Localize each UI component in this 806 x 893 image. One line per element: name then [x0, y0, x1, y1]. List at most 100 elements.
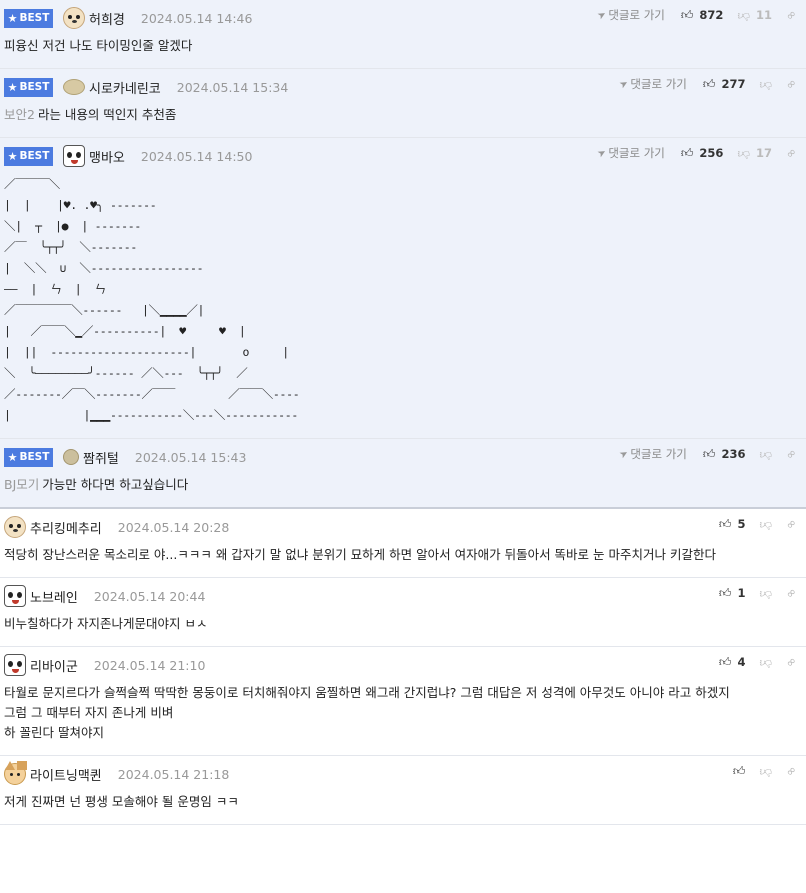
- downvote-button[interactable]: 👍︎: [759, 655, 772, 670]
- mention-prefix[interactable]: BJ모기: [4, 477, 39, 492]
- send-arrow-icon: ➤: [595, 146, 609, 160]
- timestamp: 2024.05.14 20:44: [93, 588, 206, 604]
- send-arrow-icon: ➤: [617, 77, 631, 91]
- nickname[interactable]: 시로카네린코: [89, 78, 161, 97]
- comment-body: 보안2 라는 내용의 떡인지 추천좀: [4, 107, 177, 122]
- ascii-art: ／￣￣￣＼ | | |♥. .♥╮ ------- ＼| ┬ |● | ----…: [4, 177, 300, 422]
- thumbs-up-icon: 👍︎: [680, 7, 694, 22]
- comment-header: 추리킹메추리 2024.05.14 20:28: [4, 509, 802, 545]
- thumbs-down-icon: 👍︎: [759, 586, 772, 601]
- comment-body: 저게 진짜면 넌 평생 모솔해야 될 운명임 ㅋㅋ: [4, 794, 239, 809]
- best-badge: ★ BEST: [4, 146, 53, 166]
- avatar[interactable]: [63, 449, 79, 465]
- thumbs-down-icon: 👍︎: [737, 146, 750, 161]
- timestamp: 2024.05.14 14:46: [140, 10, 253, 26]
- comment-list: ★ BEST 허희경 2024.05.14 14:46 ➤ 댓글로 가기 👍︎ 872…: [0, 0, 806, 825]
- comment-body: 피융신 저건 나도 타이밍인줄 알겠다: [4, 38, 193, 53]
- comment-line: 하 꼴린다 딸쳐야지: [4, 725, 104, 740]
- thumbs-up-icon: 👍︎: [718, 654, 732, 669]
- comment: 추리킹메추리 2024.05.14 20:28 👍︎ 5 👍︎ ∞ 적당히 장난스…: [0, 509, 806, 578]
- upvote-button[interactable]: 👍︎ 1: [719, 586, 746, 601]
- comment-actions: ➤ 댓글로 가기 👍︎ 256 👍︎ 17 ∞: [595, 143, 800, 163]
- star-icon: ★: [7, 80, 18, 94]
- best-badge: ★ BEST: [4, 77, 53, 97]
- best-comment: ★ BEST 허희경 2024.05.14 14:46 ➤ 댓글로 가기 👍︎ 872…: [0, 0, 806, 69]
- downvote-button[interactable]: 👍︎ 11: [737, 8, 772, 23]
- star-icon: ★: [7, 149, 18, 163]
- upvote-button[interactable]: 👍︎ 277: [703, 77, 746, 92]
- best-badge: ★ BEST: [4, 447, 53, 467]
- downvote-button[interactable]: 👍︎: [759, 517, 772, 532]
- best-comment: ★ BEST 짬쥐털 2024.05.14 15:43 ➤ 댓글로 가기 👍︎ 236…: [0, 439, 806, 509]
- comment-actions: 👍︎ 5 👍︎ ∞: [719, 514, 800, 534]
- best-comment: ★ BEST 맹바오 2024.05.14 14:50 ➤ 댓글로 가기 👍︎ 256…: [0, 138, 806, 439]
- downvote-button[interactable]: 👍︎: [759, 77, 772, 92]
- upvote-count: 872: [699, 8, 724, 22]
- timestamp: 2024.05.14 15:43: [134, 449, 247, 465]
- nickname[interactable]: 허희경: [89, 9, 125, 28]
- star-icon: ★: [7, 11, 18, 25]
- thumbs-down-icon: 👍︎: [759, 517, 772, 532]
- thumbs-up-icon: 👍︎: [732, 763, 746, 778]
- upvote-button[interactable]: 👍︎ 236: [703, 447, 746, 462]
- upvote-button[interactable]: 👍︎ 4: [719, 655, 746, 670]
- avatar[interactable]: [4, 585, 26, 607]
- best-badge: ★ BEST: [4, 8, 53, 28]
- thumbs-down-icon: 👍︎: [737, 8, 750, 23]
- thumbs-up-icon: 👍︎: [702, 446, 716, 461]
- avatar[interactable]: [4, 761, 26, 785]
- nickname[interactable]: 리바이군: [30, 656, 78, 675]
- thumbs-up-icon: 👍︎: [680, 145, 694, 160]
- timestamp: 2024.05.14 20:28: [117, 519, 230, 535]
- avatar[interactable]: [4, 516, 26, 538]
- nickname[interactable]: 노브레인: [30, 587, 78, 606]
- comment-line: 그럼 그 때부터 자지 존나게 비벼: [4, 705, 174, 720]
- downvote-button[interactable]: 👍︎ 17: [737, 146, 772, 161]
- upvote-count: 1: [737, 586, 746, 600]
- send-arrow-icon: ➤: [617, 447, 631, 461]
- comment-header: 노브레인 2024.05.14 20:44: [4, 578, 802, 614]
- downvote-button[interactable]: 👍︎: [759, 764, 772, 779]
- send-arrow-icon: ➤: [595, 8, 609, 22]
- comment-header: 리바이군 2024.05.14 21:10: [4, 647, 802, 683]
- comment: 리바이군 2024.05.14 21:10 👍︎ 4 👍︎ ∞ 타월로 문지르다가…: [0, 647, 806, 756]
- upvote-button[interactable]: 👍︎: [733, 764, 746, 779]
- timestamp: 2024.05.14 21:18: [117, 766, 230, 782]
- avatar[interactable]: [63, 7, 85, 29]
- avatar[interactable]: [63, 79, 85, 95]
- mention-prefix[interactable]: 보안2: [4, 107, 35, 122]
- upvote-button[interactable]: 👍︎ 5: [719, 517, 746, 532]
- downvote-count: 11: [755, 8, 772, 22]
- avatar[interactable]: [4, 654, 26, 676]
- downvote-button[interactable]: 👍︎: [759, 586, 772, 601]
- upvote-button[interactable]: 👍︎ 256: [681, 146, 724, 161]
- thumbs-down-icon: 👍︎: [759, 764, 772, 779]
- comment-body: 타월로 문지르다가 슬쩍슬쩍 딱딱한 몽둥이로 터치해줘야지 움찔하면 왜그래 …: [4, 683, 802, 755]
- comment-body: BJ모기 가능만 하다면 하고싶습니다: [4, 477, 189, 492]
- go-to-reply-link[interactable]: ➤ 댓글로 가기: [617, 76, 687, 92]
- go-to-reply-link[interactable]: ➤ 댓글로 가기: [595, 7, 665, 23]
- nickname[interactable]: 맹바오: [89, 147, 125, 166]
- timestamp: 2024.05.14 14:50: [140, 148, 253, 164]
- comment-actions: ➤ 댓글로 가기 👍︎ 277 👍︎ ∞: [617, 74, 800, 94]
- nickname[interactable]: 짬쥐털: [83, 448, 119, 467]
- avatar[interactable]: [63, 145, 85, 167]
- nickname[interactable]: 라이트닝맥퀸: [30, 765, 102, 784]
- downvote-count: 17: [755, 146, 772, 160]
- comment: 노브레인 2024.05.14 20:44 👍︎ 1 👍︎ ∞ 비누칠하다가 자지…: [0, 578, 806, 647]
- comment-line: 타월로 문지르다가 슬쩍슬쩍 딱딱한 몽둥이로 터치해줘야지 움찔하면 왜그래 …: [4, 685, 730, 700]
- nickname[interactable]: 추리킹메추리: [30, 518, 102, 537]
- timestamp: 2024.05.14 15:34: [176, 79, 289, 95]
- downvote-button[interactable]: 👍︎: [759, 447, 772, 462]
- thumbs-up-icon: 👍︎: [718, 585, 732, 600]
- upvote-count: 4: [737, 655, 746, 669]
- timestamp: 2024.05.14 21:10: [93, 657, 206, 673]
- best-comment: ★ BEST 시로카네린코 2024.05.14 15:34 ➤ 댓글로 가기 👍︎…: [0, 69, 806, 138]
- thumbs-down-icon: 👍︎: [759, 77, 772, 92]
- go-to-reply-link[interactable]: ➤ 댓글로 가기: [617, 446, 687, 462]
- go-to-reply-link[interactable]: ➤ 댓글로 가기: [595, 145, 665, 161]
- upvote-count: 256: [699, 146, 724, 160]
- comment: 라이트닝맥퀸 2024.05.14 21:18 👍︎ 👍︎ ∞ 저게 진짜면 넌…: [0, 756, 806, 825]
- comment-actions: ➤ 댓글로 가기 👍︎ 236 👍︎ ∞: [617, 444, 800, 464]
- upvote-button[interactable]: 👍︎ 872: [681, 8, 724, 23]
